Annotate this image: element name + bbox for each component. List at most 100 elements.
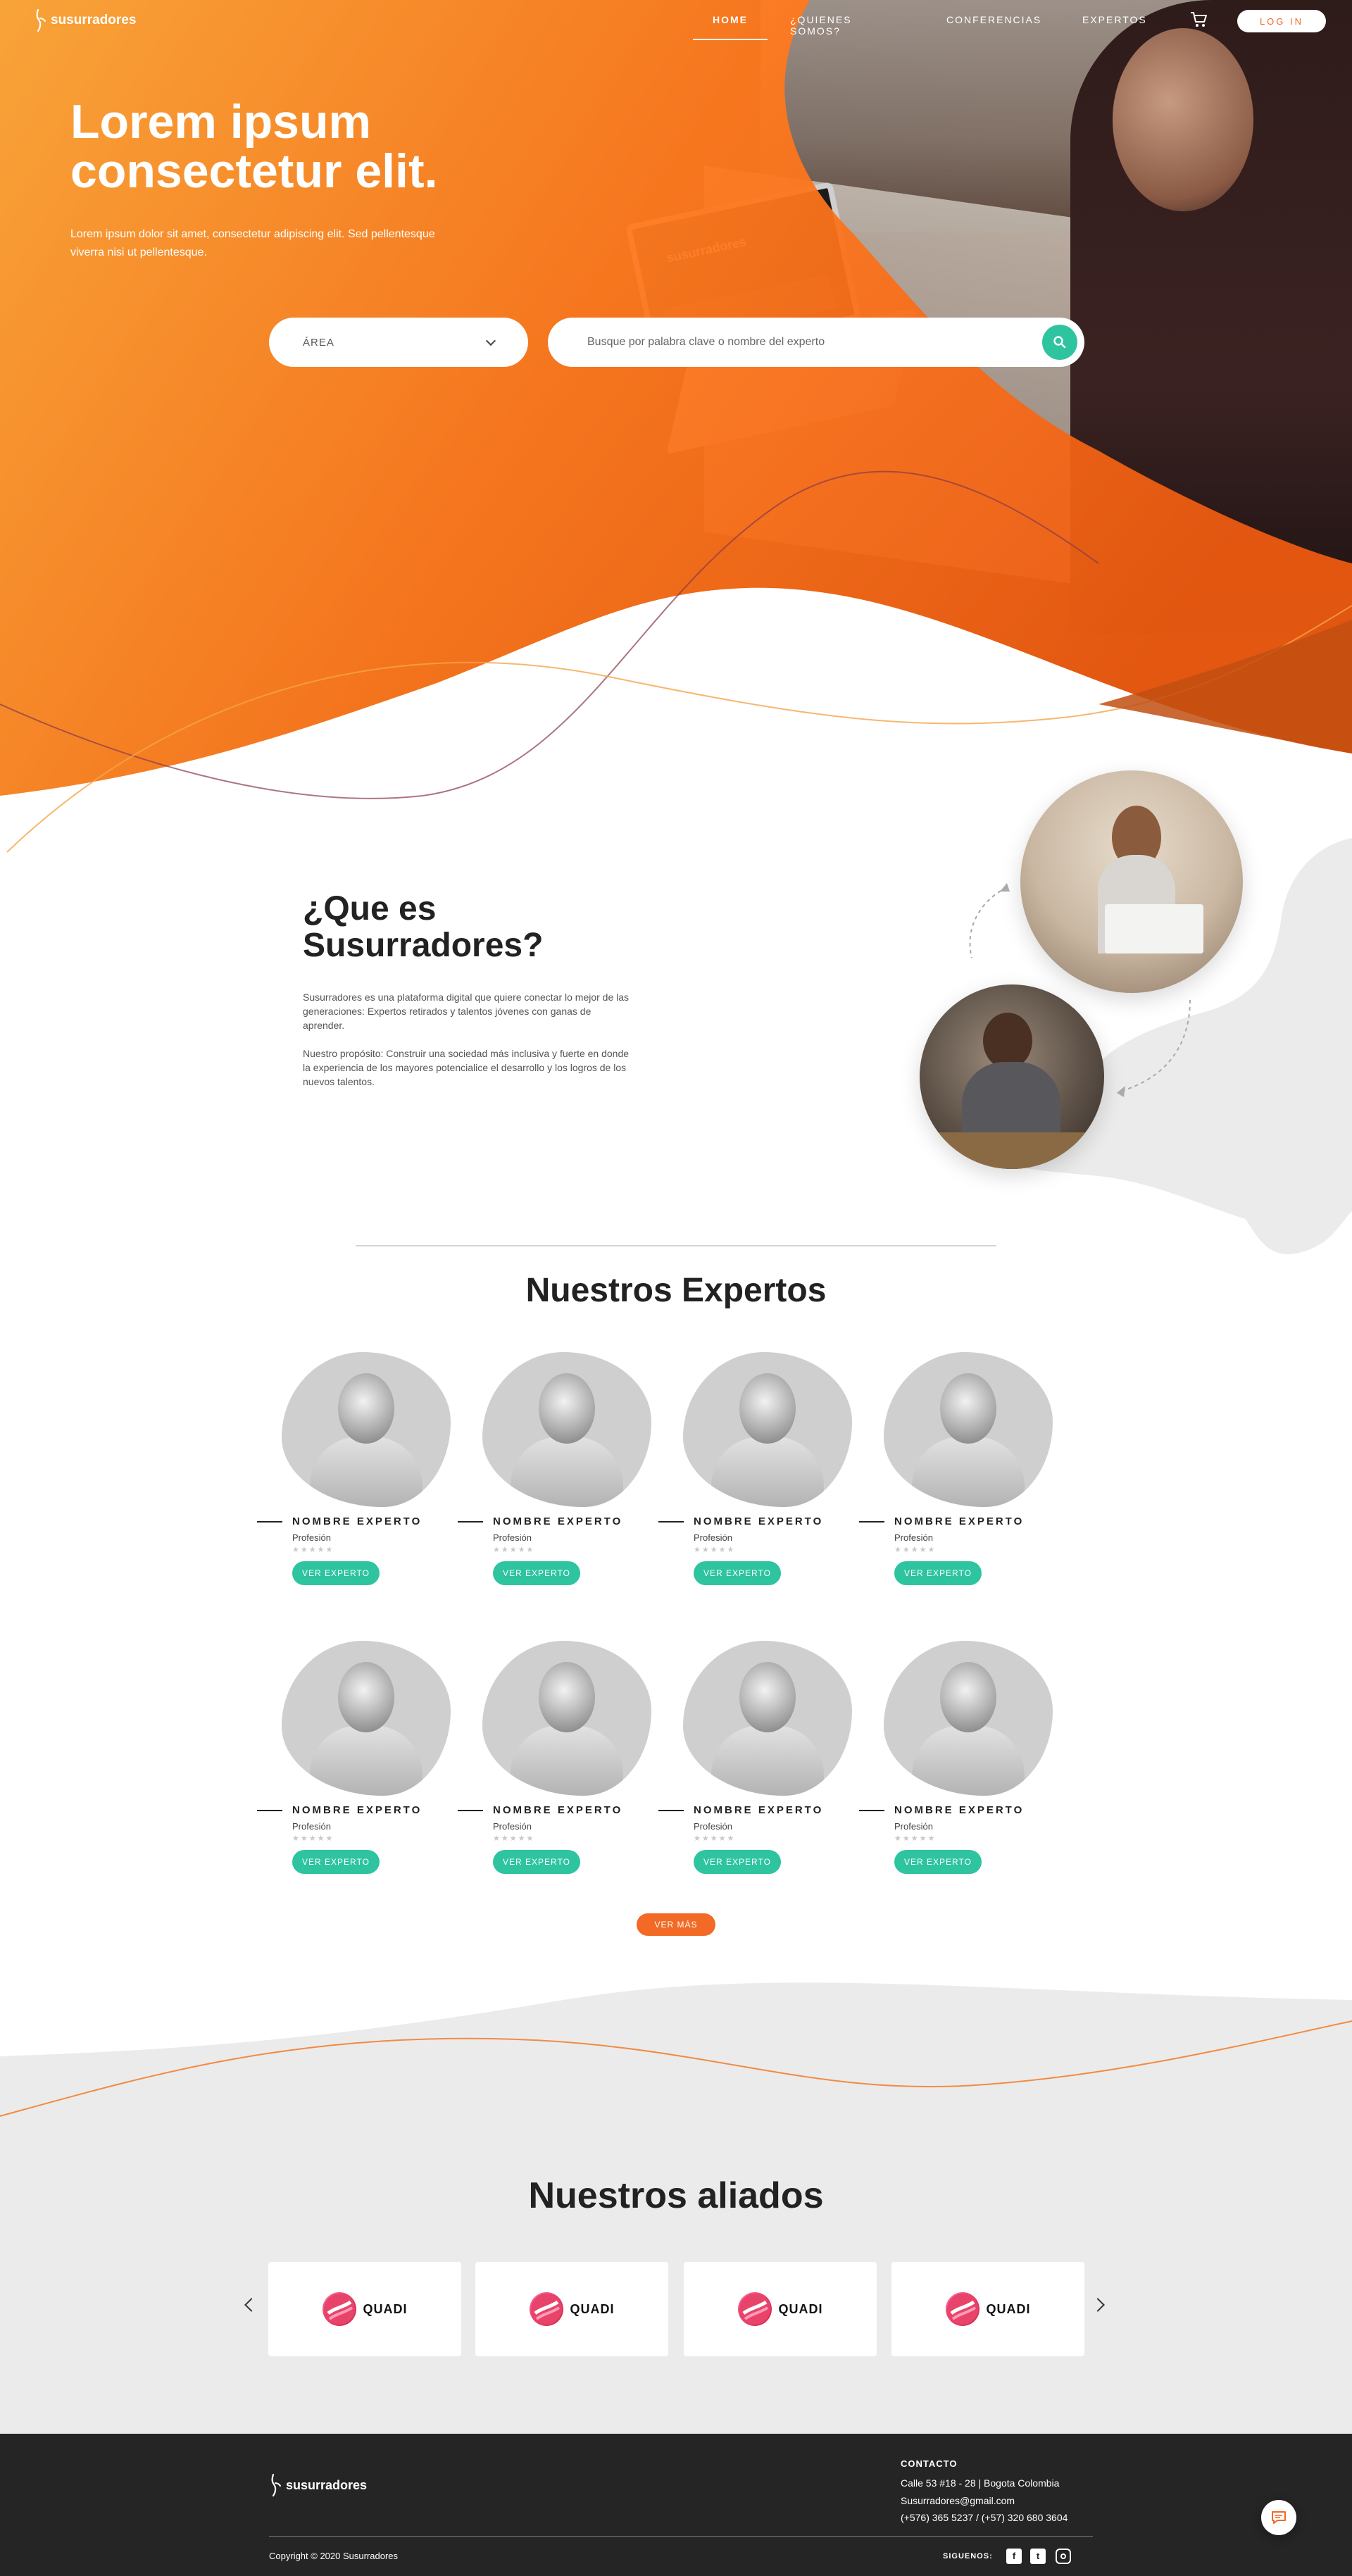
hero-section: susurradores susurradores xyxy=(0,0,1352,859)
expert-profession: Profesión xyxy=(894,1532,933,1543)
nav-link-quienes-somos[interactable]: ¿QUIENES SOMOS? xyxy=(790,14,852,37)
ally-name: QUADI xyxy=(570,2301,615,2316)
expert-photo-face xyxy=(539,1373,595,1444)
nav-link-expertos[interactable]: EXPERTOS xyxy=(1082,14,1147,25)
view-expert-button[interactable]: VER EXPERTO xyxy=(292,1850,380,1874)
expert-name-dash xyxy=(658,1810,684,1811)
ally-card[interactable]: QUADI xyxy=(891,2262,1084,2356)
instagram-icon[interactable] xyxy=(1056,2549,1071,2564)
chat-button[interactable] xyxy=(1261,2500,1296,2535)
expert-photo xyxy=(884,1352,1053,1507)
view-expert-button[interactable]: VER EXPERTO xyxy=(292,1561,380,1585)
quadi-logo-icon xyxy=(529,2292,563,2326)
expert-photo-face xyxy=(338,1662,394,1732)
see-more-button[interactable]: VER MÁS xyxy=(637,1913,715,1936)
view-expert-button[interactable]: VER EXPERTO xyxy=(694,1561,781,1585)
about-paragraph-1: Susurradores es una plataforma digital q… xyxy=(303,992,630,1031)
expert-profession: Profesión xyxy=(493,1532,532,1543)
expert-photo xyxy=(282,1641,451,1796)
expert-card: NOMBRE EXPERTO Profesión ★★★★★ VER EXPERTO xyxy=(658,1641,852,1894)
expert-profession: Profesión xyxy=(694,1821,732,1832)
view-expert-button[interactable]: VER EXPERTO xyxy=(493,1561,580,1585)
search-bar xyxy=(548,318,1084,367)
expert-name-dash xyxy=(458,1521,483,1523)
contact-address: Calle 53 #18 - 28 | Bogota Colombia xyxy=(901,2477,1060,2489)
contact-heading: CONTACTO xyxy=(901,2458,958,2469)
facebook-icon[interactable]: f xyxy=(1006,2549,1022,2564)
footer-logo-text: susurradores xyxy=(286,2477,368,2492)
header-logo[interactable]: susurradores xyxy=(34,8,136,32)
ally-name: QUADI xyxy=(778,2301,823,2316)
expert-name: NOMBRE EXPERTO xyxy=(894,1515,1025,1527)
expert-photo-torso xyxy=(310,1437,423,1507)
susurradores-logo-icon xyxy=(36,8,46,32)
nav-link-home[interactable]: HOME xyxy=(693,14,768,40)
expert-name-dash xyxy=(257,1810,282,1811)
ally-card[interactable]: QUADI xyxy=(268,2262,461,2356)
expert-photo-torso xyxy=(511,1725,623,1796)
expert-photo-face xyxy=(338,1373,394,1444)
area-select[interactable]: ÁREA xyxy=(269,318,528,367)
expert-card: NOMBRE EXPERTO Profesión ★★★★★ VER EXPERTO xyxy=(257,1641,451,1894)
ally-card[interactable]: QUADI xyxy=(475,2262,668,2356)
expert-name: NOMBRE EXPERTO xyxy=(493,1515,623,1527)
cart-icon[interactable] xyxy=(1190,11,1208,28)
expert-card: NOMBRE EXPERTO Profesión ★★★★★ VER EXPERTO xyxy=(859,1352,1053,1606)
expert-card: NOMBRE EXPERTO Profesión ★★★★★ VER EXPERTO xyxy=(458,1352,651,1606)
expert-profession: Profesión xyxy=(493,1821,532,1832)
expert-photo-face xyxy=(539,1662,595,1732)
chevron-down-icon xyxy=(485,335,496,346)
expert-name-dash xyxy=(658,1521,684,1523)
expert-photo-face xyxy=(739,1662,796,1732)
twitter-icon[interactable]: t xyxy=(1030,2549,1046,2564)
expert-photo xyxy=(884,1641,1053,1796)
expert-photo-torso xyxy=(912,1725,1025,1796)
expert-profession: Profesión xyxy=(694,1532,732,1543)
allies-heading: Nuestros aliados xyxy=(528,2175,824,2216)
ally-name: QUADI xyxy=(363,2301,408,2316)
expert-photo-face xyxy=(940,1662,996,1732)
expert-rating: ★★★★★ xyxy=(894,1546,937,1554)
hero-subtitle: Lorem ipsum dolor sit amet, consectetur … xyxy=(70,228,435,258)
expert-photo xyxy=(482,1641,651,1796)
susurradores-logo-icon xyxy=(271,2473,281,2497)
section-divider xyxy=(356,1245,996,1246)
experts-heading: Nuestros Expertos xyxy=(525,1272,827,1309)
contact-phones: (+576) 365 5237 / (+57) 320 680 3604 xyxy=(901,2512,1068,2523)
footer: susurradores CONTACTO Calle 53 #18 - 28 … xyxy=(0,2434,1352,2576)
ally-card[interactable]: QUADI xyxy=(684,2262,877,2356)
nav-link-conferencias[interactable]: CONFERENCIAS xyxy=(946,14,1041,25)
footer-logo[interactable]: susurradores xyxy=(269,2473,367,2497)
expert-profession: Profesión xyxy=(894,1821,933,1832)
quadi-logo-icon xyxy=(737,2292,772,2326)
expert-rating: ★★★★★ xyxy=(493,1546,535,1554)
expert-name-dash xyxy=(859,1521,884,1523)
login-button[interactable]: LOG IN xyxy=(1237,10,1326,32)
expert-rating: ★★★★★ xyxy=(292,1546,334,1554)
expert-profession: Profesión xyxy=(292,1532,331,1543)
area-select-label: ÁREA xyxy=(303,336,334,349)
expert-name-dash xyxy=(859,1810,884,1811)
search-input[interactable] xyxy=(587,333,1010,351)
expert-photo-torso xyxy=(912,1437,1025,1507)
expert-card: NOMBRE EXPERTO Profesión ★★★★★ VER EXPERTO xyxy=(458,1641,651,1894)
expert-photo xyxy=(482,1352,651,1507)
view-expert-button[interactable]: VER EXPERTO xyxy=(694,1850,781,1874)
search-button[interactable] xyxy=(1042,325,1077,360)
expert-photo xyxy=(683,1641,852,1796)
view-expert-button[interactable]: VER EXPERTO xyxy=(894,1561,982,1585)
view-expert-button[interactable]: VER EXPERTO xyxy=(894,1850,982,1874)
follow-label: SIGUENOS: xyxy=(943,2552,993,2561)
expert-name: NOMBRE EXPERTO xyxy=(292,1515,423,1527)
expert-rating: ★★★★★ xyxy=(894,1834,937,1843)
view-expert-button[interactable]: VER EXPERTO xyxy=(493,1850,580,1874)
ally-name: QUADI xyxy=(986,2301,1031,2316)
expert-photo xyxy=(683,1352,852,1507)
expert-card: NOMBRE EXPERTO Profesión ★★★★★ VER EXPERTO xyxy=(257,1352,451,1606)
copyright-text: Copyright © 2020 Susurradores xyxy=(269,2551,399,2561)
quadi-logo-icon xyxy=(945,2292,979,2326)
expert-name: NOMBRE EXPERTO xyxy=(694,1515,824,1527)
contact-email[interactable]: Susurradores@gmail.com xyxy=(901,2495,1015,2506)
expert-name-dash xyxy=(458,1810,483,1811)
expert-rating: ★★★★★ xyxy=(694,1546,736,1554)
